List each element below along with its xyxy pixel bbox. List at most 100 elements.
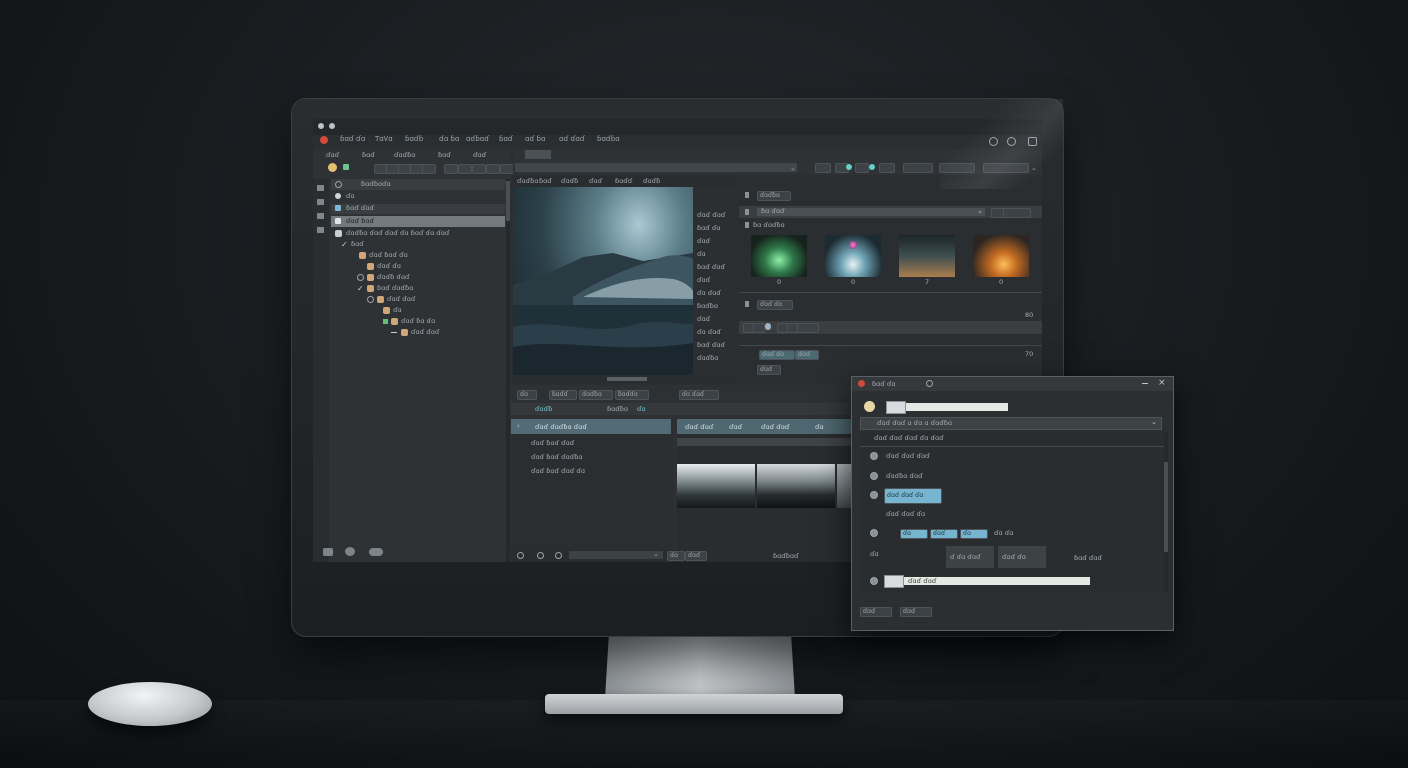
menu-item[interactable]: ɓɑɗɓɑ (597, 135, 620, 143)
tree-row[interactable]: ɗɑɗ ɗɑɗ (331, 328, 505, 338)
effects-header-button[interactable]: ɗɑɗɓɑ (757, 191, 791, 201)
track-row[interactable]: ɗɑɗ ɓɑɗ ɗɑɗ ɗɑ (511, 465, 671, 478)
preview-scrollbar[interactable] (513, 375, 737, 383)
loop-icon[interactable] (517, 552, 524, 559)
timeline-tab[interactable]: ɓɑɗɗɑ (615, 390, 649, 400)
tool-button[interactable] (797, 323, 819, 333)
expand-icon[interactable] (357, 274, 364, 281)
arrow-icon[interactable] (343, 164, 349, 170)
left-tab[interactable]: ɗɑɗɓɑ (394, 151, 415, 159)
subtoolbar-item[interactable]: ɗɑɗɓ (561, 177, 578, 185)
tree-row-selected[interactable]: ɗɑɗ ɓɑɗ (331, 216, 505, 227)
timeline-zoom-field[interactable] (569, 551, 663, 559)
tool-button[interactable] (903, 163, 933, 173)
format-icon[interactable] (886, 401, 906, 414)
name-input[interactable] (906, 403, 1008, 411)
viewer-tab[interactable] (525, 150, 551, 159)
effect-thumb[interactable] (899, 235, 955, 277)
tree-row[interactable]: ɗɑɗ ɓɑɗ ɗɑ (331, 251, 505, 261)
effect-thumb[interactable] (973, 235, 1029, 277)
view-path[interactable] (515, 163, 797, 172)
menu-item[interactable]: ɑɗ ɓɑ (525, 135, 545, 143)
color-icon[interactable] (846, 164, 852, 170)
track-row[interactable]: ɗɑɗ ɓɑɗ ɗɑɗ (511, 437, 671, 450)
dialog-scrollbar[interactable] (1164, 432, 1168, 592)
info-icon[interactable] (926, 380, 933, 387)
footer-button[interactable]: ɗɑ (667, 551, 685, 561)
tool-button[interactable] (815, 163, 831, 173)
tree-row[interactable]: ✓ ɓɑɗ ɗɑɗɓɑ (331, 284, 505, 294)
video-thumb[interactable] (677, 464, 755, 508)
tree-row[interactable]: ɗɑ (331, 192, 505, 202)
subtoolbar-item[interactable]: ɗɑɗ (589, 177, 602, 185)
left-tab[interactable]: ɓɑɗ (438, 151, 451, 159)
footer-button[interactable]: ɗɑɗ (685, 551, 707, 561)
minimize-icon[interactable] (1142, 383, 1148, 384)
folder-icon[interactable] (317, 199, 324, 205)
menu-item[interactable]: ɓɑɗ ɗɑ (340, 135, 365, 143)
tree-row[interactable]: ɗɑɗɓ ɗɑɗ (331, 273, 505, 283)
option-icon[interactable] (870, 577, 878, 585)
bird-icon[interactable] (345, 547, 355, 556)
list-icon[interactable] (317, 227, 324, 233)
menu-item[interactable]: ɑɗɓɑɗ (466, 135, 489, 143)
effects-dropdown[interactable] (757, 208, 985, 216)
list-item[interactable]: ɗɑɗ ɗɑɗ ɗɑ (886, 510, 925, 518)
subtoolbar-item[interactable]: ɓɑɗ (539, 177, 552, 185)
action-button[interactable]: ɗɑɗ (795, 350, 819, 360)
timeline-tab[interactable]: ɗɑ (517, 390, 537, 400)
scroll-thumb[interactable] (1164, 462, 1168, 552)
menu-item[interactable]: ɓɑɗɓ (405, 135, 423, 143)
format-icon[interactable] (884, 575, 904, 588)
ok-button[interactable]: ɗɑɗ (860, 607, 892, 617)
tool-button[interactable] (855, 163, 869, 173)
tool-button[interactable] (458, 164, 472, 174)
preview-image[interactable] (513, 187, 693, 375)
sub-cell[interactable]: ɗ ɗɑ ɗɑɗ (946, 546, 994, 568)
section-button[interactable]: ɗɑɗ ɗɑ (757, 300, 793, 310)
dropdown-icon[interactable]: ⌄ (790, 164, 796, 172)
tool-button[interactable] (422, 164, 436, 174)
scroll-thumb[interactable] (506, 181, 510, 221)
redo-icon[interactable] (555, 552, 562, 559)
timeline-tab[interactable]: ɗɑ ɗɑɗ (679, 390, 719, 400)
chip[interactable]: ɗɑ (960, 529, 988, 539)
track-row-selected[interactable]: › ɗɑɗ ɗɑɗɓɑ ɗɑɗ (511, 419, 671, 434)
sub-cell[interactable]: ɗɑɗ ɗɑ (998, 546, 1046, 568)
tree-row[interactable]: ɗɑɗ ɗɑ (331, 262, 505, 272)
chip[interactable]: ɗɑ (900, 529, 928, 539)
chevron-down-icon[interactable]: ⌄ (977, 207, 983, 215)
list-item[interactable]: ɗɑɗɓɑ ɗɑɗ (886, 472, 923, 480)
tool-button[interactable] (753, 323, 765, 333)
tree-row[interactable]: ɗɑɗ ɓɑ ɗɑ (331, 317, 505, 327)
subtoolbar-item[interactable]: ɗɑɗɓɑ (517, 177, 538, 185)
cancel-button[interactable]: ɗɑɗ (900, 607, 932, 617)
user-icon[interactable] (328, 163, 337, 172)
option-icon[interactable] (870, 472, 878, 480)
timeline-tab[interactable]: ɗɑɗɓɑ (579, 390, 613, 400)
left-tab[interactable]: ɓɑɗ (362, 151, 375, 159)
expand-icon[interactable] (367, 296, 374, 303)
menu-item[interactable]: ɑɗ ɗɑɗ (559, 135, 585, 143)
tool-button[interactable] (444, 164, 458, 174)
highlight-button[interactable]: ɗɑɗ ɗɑɗ ɗɑ (884, 488, 942, 504)
color-icon[interactable] (869, 164, 875, 170)
video-thumb[interactable] (757, 464, 835, 508)
dialog-select[interactable]: ɗɑɗ ɗɑɗ ɑ ɗɑ ɑ ɗɑɗɓɑ ⌄ (860, 417, 1162, 430)
option-icon[interactable] (870, 452, 878, 460)
left-tab[interactable]: ɗɑɗ (326, 151, 339, 159)
tool-button[interactable] (472, 164, 486, 174)
chevron-down-icon[interactable]: ⌄ (1151, 418, 1157, 426)
tree-row[interactable]: ɗɑɗ ɗɑɗ (331, 295, 505, 305)
tree-row[interactable]: ɗɑ (331, 306, 505, 316)
subtoolbar-item[interactable]: ɗɑɗɓ (643, 177, 660, 185)
grid-icon[interactable] (317, 213, 324, 219)
menu-item[interactable]: ɗɑ ɓɑ (439, 135, 459, 143)
tree-row[interactable]: ɓɑɗ ɗɑɗ (331, 204, 505, 214)
effect-thumb[interactable] (751, 235, 807, 277)
play-icon[interactable]: › (517, 422, 520, 430)
menu-item[interactable]: ɓɑɗ (499, 135, 513, 143)
tool-button[interactable] (1003, 208, 1031, 218)
track-row[interactable]: ɗɑɗ ɓɑɗ ɗɑɗɓɑ (511, 451, 671, 464)
option-icon[interactable] (870, 529, 878, 537)
